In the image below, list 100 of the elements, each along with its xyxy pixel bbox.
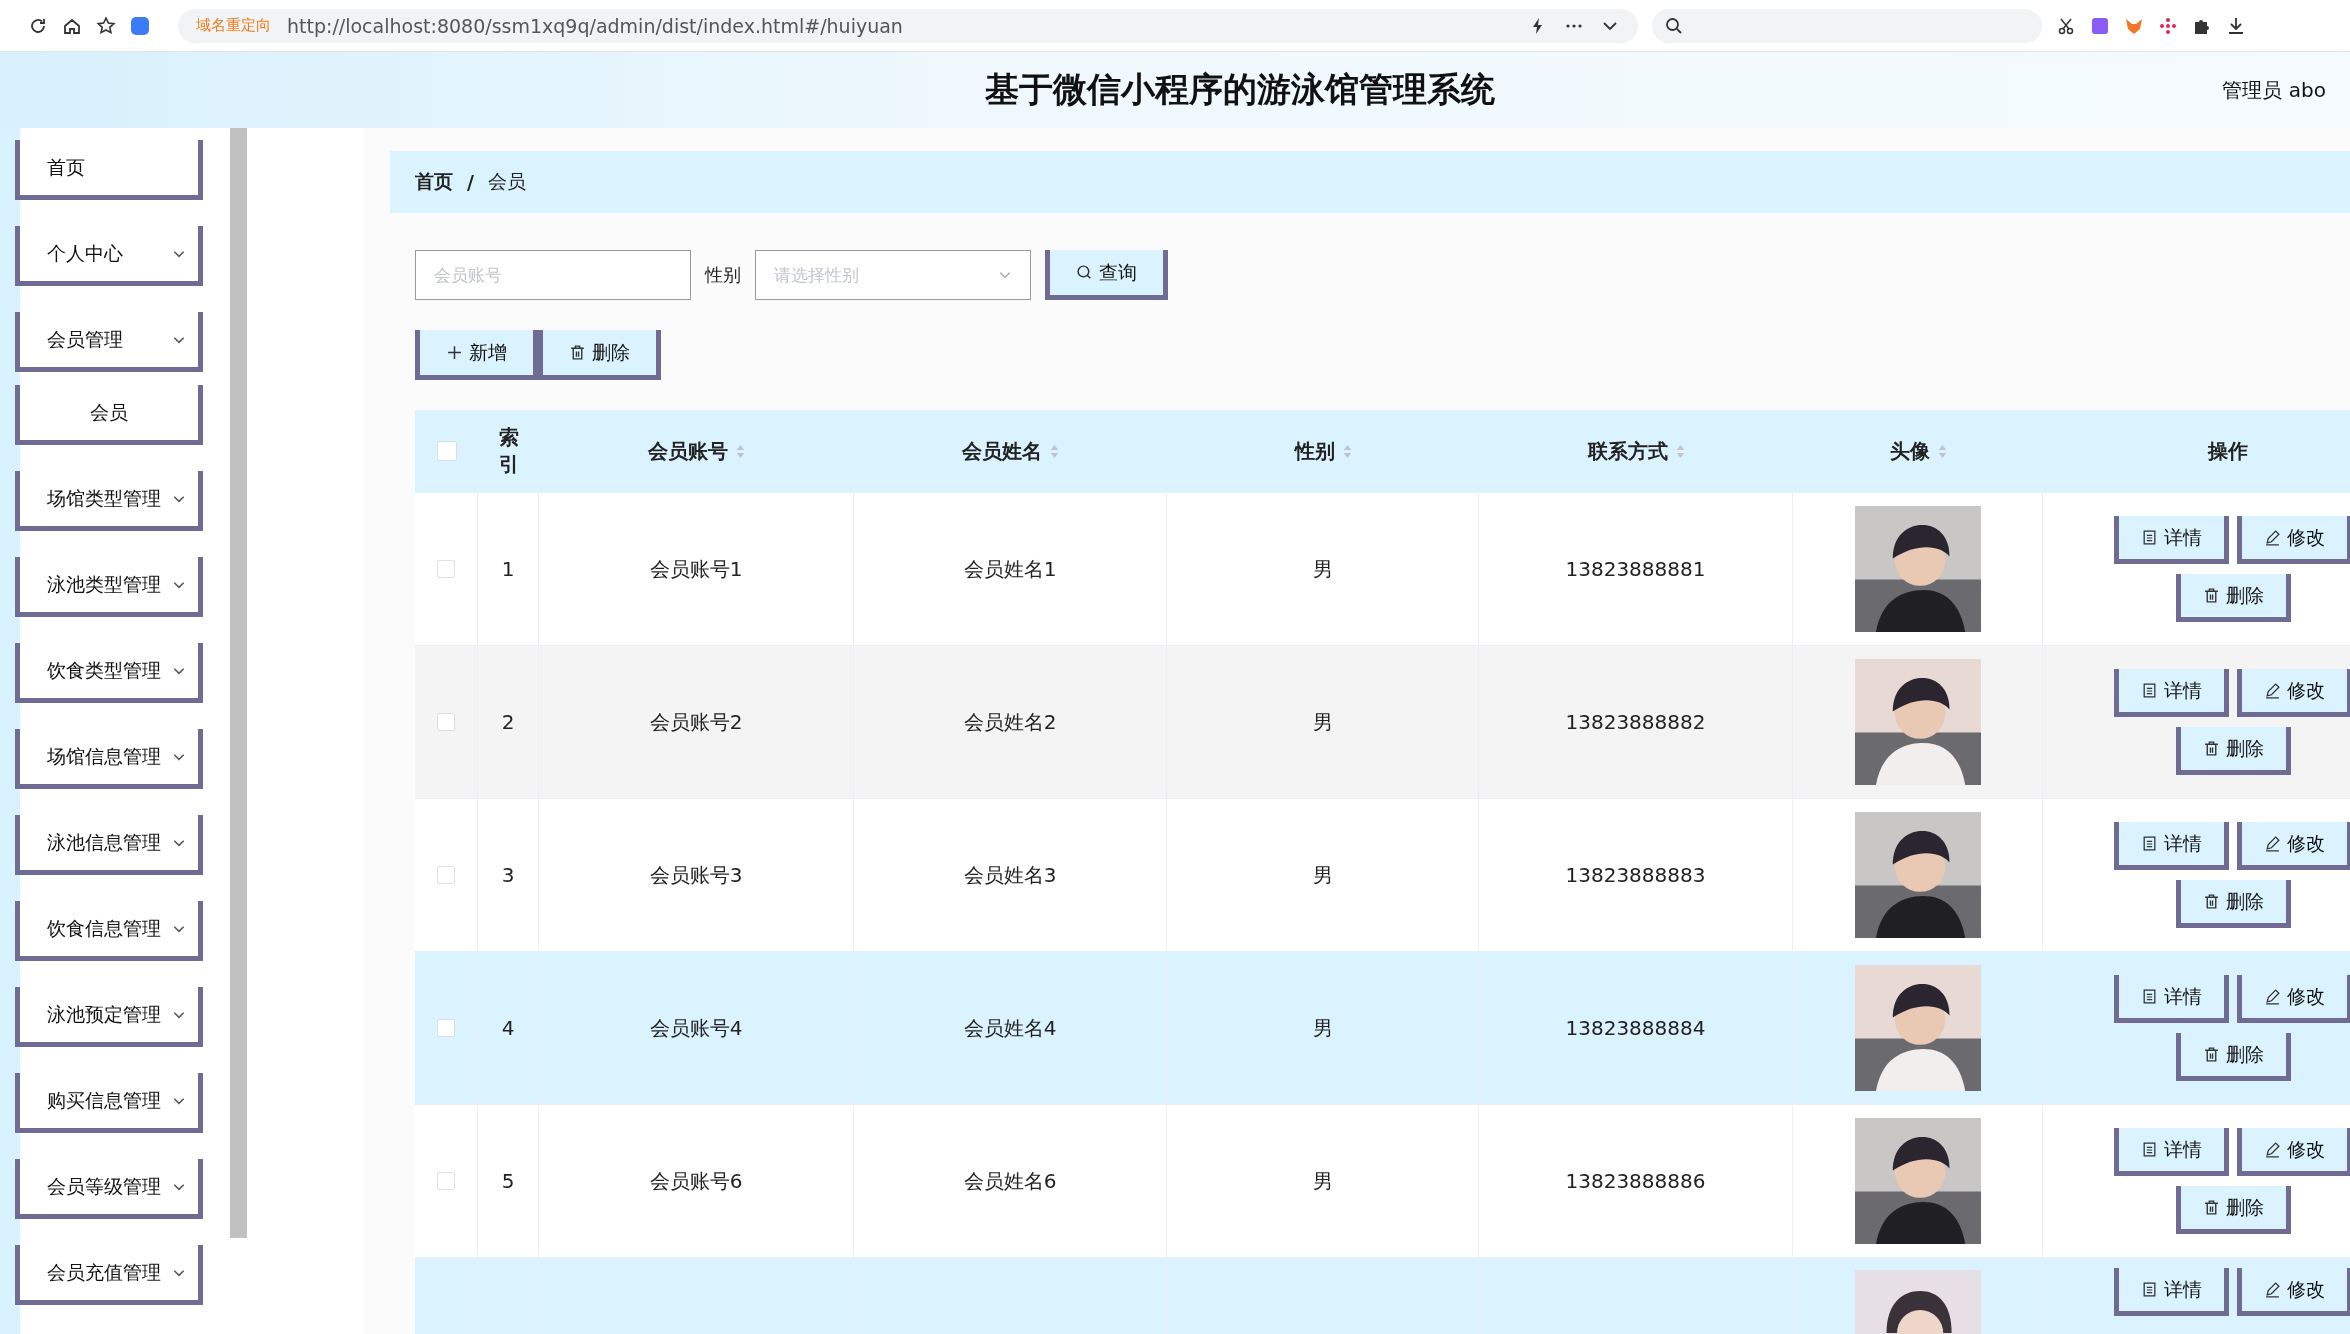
column-header[interactable]: 头像 xyxy=(1889,437,1947,465)
pencil-icon xyxy=(2264,1281,2281,1298)
column-header: 操作 xyxy=(2208,437,2248,465)
column-header[interactable]: 会员账号 xyxy=(648,437,745,465)
document-icon xyxy=(2141,835,2158,852)
sidebar-item[interactable]: 场馆信息管理 xyxy=(15,729,203,789)
table-cell: 13823888881 xyxy=(1479,493,1793,645)
sidebar-item[interactable]: 会员充值管理 xyxy=(15,1245,203,1305)
ai-icon[interactable] xyxy=(130,15,150,36)
edit-button[interactable]: 修改 xyxy=(2237,1128,2350,1176)
plus-icon xyxy=(446,344,463,361)
table-cell: 男 xyxy=(1167,1105,1479,1257)
browser-search-field[interactable] xyxy=(1652,8,2042,43)
gender-label: 性别 xyxy=(705,263,741,287)
edit-button[interactable]: 修改 xyxy=(2237,975,2350,1023)
table-cell: 会员账号2 xyxy=(539,646,854,798)
edit-button[interactable]: 修改 xyxy=(2237,822,2350,870)
breadcrumb-item[interactable]: 首页 xyxy=(415,169,453,195)
details-button[interactable]: 详情 xyxy=(2114,1128,2229,1176)
table-cell: 会员账号6 xyxy=(539,1105,854,1257)
document-icon xyxy=(2141,1141,2158,1158)
sort-icon[interactable] xyxy=(736,443,745,459)
breadcrumb-separator: / xyxy=(467,171,474,193)
sidebar-item[interactable]: 购买信息管理 xyxy=(15,1073,203,1133)
table-cell: 男 xyxy=(1167,493,1479,645)
account-field[interactable]: 会员账号 xyxy=(415,250,691,300)
sort-icon[interactable] xyxy=(1342,443,1352,459)
details-button[interactable]: 详情 xyxy=(2114,516,2229,564)
sidebar-item[interactable]: 会员等级管理 xyxy=(15,1159,203,1219)
sidebar-subitem[interactable]: 会员 xyxy=(15,385,203,445)
sort-icon[interactable] xyxy=(1675,443,1685,459)
search-icon xyxy=(1664,15,1684,36)
table-cell: 会员姓名3 xyxy=(854,799,1167,951)
user-label: 管理员 abo xyxy=(2222,76,2326,104)
dots-icon[interactable] xyxy=(2158,15,2178,36)
sort-icon[interactable] xyxy=(1937,443,1947,459)
table-cell: 会员姓名4 xyxy=(854,952,1167,1104)
delete-button[interactable]: 删除 xyxy=(2175,727,2291,775)
breadcrumb-item: 会员 xyxy=(487,169,526,194)
row-checkbox[interactable] xyxy=(437,1172,455,1190)
column-header[interactable]: 联系方式 xyxy=(1587,437,1685,465)
document-icon xyxy=(2141,1281,2158,1298)
column-header: 索引 xyxy=(498,424,519,478)
pencil-icon xyxy=(2264,682,2281,699)
sidebar-item[interactable]: 饮食类型管理 xyxy=(15,643,203,703)
table-cell: 会员账号1 xyxy=(539,493,854,645)
table-cell: 男 xyxy=(1167,799,1479,951)
table-cell: 13823888886 xyxy=(1479,1105,1793,1257)
pencil-icon xyxy=(2264,988,2281,1005)
delete-button[interactable]: 删除 xyxy=(2175,1186,2291,1234)
delete-button[interactable]: 删除 xyxy=(538,330,661,380)
translate-icon[interactable] xyxy=(2090,15,2110,36)
row-checkbox[interactable] xyxy=(437,866,455,884)
sidebar-item[interactable]: 泳池类型管理 xyxy=(15,557,203,617)
star-icon[interactable] xyxy=(96,15,116,36)
delete-button[interactable]: 删除 xyxy=(2175,574,2291,622)
sort-icon[interactable] xyxy=(1050,443,1059,459)
details-button[interactable]: 详情 xyxy=(2114,1268,2229,1316)
details-button[interactable]: 详情 xyxy=(2114,975,2229,1023)
redirect-label: 域名重定向 xyxy=(196,16,271,35)
details-button[interactable]: 详情 xyxy=(2114,822,2229,870)
table-cell: 会员姓名2 xyxy=(854,646,1167,798)
row-checkbox[interactable] xyxy=(437,713,455,731)
sidebar-item[interactable]: 泳池信息管理 xyxy=(15,815,203,875)
table-cell: 会员姓名1 xyxy=(854,493,1167,645)
edit-button[interactable]: 修改 xyxy=(2237,516,2350,564)
table-cell: 13823888884 xyxy=(1479,952,1793,1104)
row-checkbox[interactable] xyxy=(437,560,455,578)
select-all-checkbox[interactable] xyxy=(436,441,457,461)
edit-button[interactable]: 修改 xyxy=(2237,1268,2350,1316)
page-title: 基于微信小程序的游泳馆管理系统 xyxy=(985,68,1495,111)
table-cell: 2 xyxy=(478,646,539,798)
edit-button[interactable]: 修改 xyxy=(2237,669,2350,717)
column-header[interactable]: 性别 xyxy=(1294,437,1352,465)
table-cell: 5 xyxy=(478,1105,539,1257)
pencil-icon xyxy=(2264,1141,2281,1158)
document-icon xyxy=(2141,682,2158,699)
document-icon xyxy=(2141,529,2158,546)
trash-icon xyxy=(2202,1046,2220,1063)
sidebar-item[interactable]: 会员管理 xyxy=(15,312,203,372)
trash-icon xyxy=(2202,587,2220,604)
query-button[interactable]: 查询 xyxy=(1045,250,1168,300)
sidebar-item[interactable]: 泳池预定管理 xyxy=(15,987,203,1047)
sidebar-item[interactable]: 饮食信息管理 xyxy=(15,901,203,961)
column-header[interactable]: 会员姓名 xyxy=(962,437,1059,465)
sidebar-item[interactable]: 个人中心 xyxy=(15,226,203,286)
row-checkbox[interactable] xyxy=(437,1019,455,1037)
add-button[interactable]: 新增 xyxy=(415,330,538,380)
sidebar-item[interactable]: 场馆类型管理 xyxy=(15,471,203,531)
table-cell: 男 xyxy=(1167,952,1479,1104)
details-button[interactable]: 详情 xyxy=(2114,669,2229,717)
delete-button[interactable]: 删除 xyxy=(2175,880,2291,928)
table-cell: 会员账号3 xyxy=(539,799,854,951)
trash-icon xyxy=(2202,740,2220,757)
sidebar-item[interactable]: 首页 xyxy=(15,140,203,200)
url-text: http://localhost:8080/ssm1xq9q/admin/dist/index.html#/huiyuan xyxy=(287,14,903,37)
delete-button[interactable]: 删除 xyxy=(2175,1033,2291,1081)
address-bar[interactable]: 域名重定向 http://localhost:8080/ssm1xq9q/admin/dist/index.html#/huiyuan xyxy=(178,8,1638,43)
download-icon[interactable] xyxy=(2226,15,2246,36)
table-cell: 会员账号4 xyxy=(539,952,854,1104)
